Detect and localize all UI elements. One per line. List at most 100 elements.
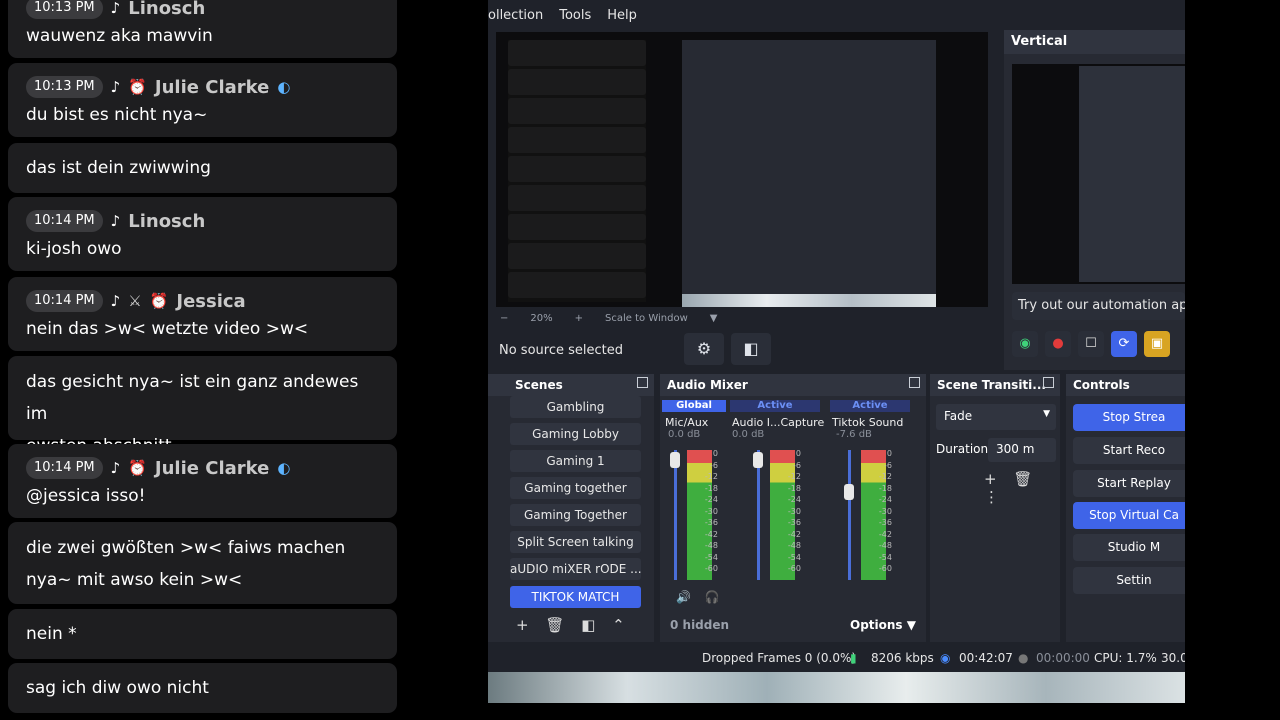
start-replay-button[interactable]: Start Replay <box>1073 470 1185 497</box>
gift-badge-icon: ◐ <box>277 78 291 96</box>
volume-knob[interactable] <box>670 452 680 468</box>
popout-icon[interactable] <box>637 377 648 388</box>
popout-icon[interactable] <box>1043 377 1054 388</box>
zoom-in-icon[interactable]: + <box>575 313 583 324</box>
source-filters-button[interactable]: ◧ <box>731 333 771 365</box>
hidden-count[interactable]: 0 hidden <box>670 618 729 632</box>
message-time: 10:14 PM <box>26 457 103 479</box>
scale-dropdown-icon[interactable]: ▼ <box>710 313 718 324</box>
popout-icon[interactable] <box>909 377 920 388</box>
scene-item[interactable]: Gambling <box>510 396 641 418</box>
message-text: @jessica isso! <box>26 486 146 506</box>
message-text: sag ich diw owo nicht <box>26 678 209 698</box>
trash-icon[interactable]: 🗑 <box>1013 470 1032 488</box>
message-text: wauwenz aka mawvin <box>26 26 213 46</box>
tiktok-icon: ♪ <box>110 212 121 230</box>
preview-chat-thumbnail <box>508 40 646 302</box>
status-bar: Dropped Frames 0 (0.0%) ▮ 8206 kbps ◉ 00… <box>488 644 1185 672</box>
menu-tools[interactable]: Tools <box>559 8 591 23</box>
record-time: 00:00:00 <box>1036 651 1090 665</box>
channel-tag: Global <box>662 400 726 412</box>
scene-item[interactable]: Gaming 1 <box>510 450 641 472</box>
start-recording-button[interactable]: Start Reco <box>1073 437 1185 464</box>
square-icon[interactable]: ☐ <box>1078 331 1104 357</box>
transitions-title: Scene Transiti... <box>937 378 1046 392</box>
username: Linosch <box>128 210 206 232</box>
scene-item[interactable]: Split Screen talking <box>510 531 641 553</box>
tiktok-icon: ♪ <box>110 459 121 477</box>
mixer-channel: Global Mic/Aux 0.0 dB <box>662 400 726 440</box>
message-time: 10:13 PM <box>26 0 103 19</box>
scene-item[interactable]: Gaming Lobby <box>510 423 641 445</box>
mixer-options-button[interactable]: Options ▼ <box>850 618 916 632</box>
trash-icon[interactable]: 🗑 <box>545 616 564 634</box>
scale-mode[interactable]: Scale to Window <box>605 313 688 324</box>
stream-time: 00:42:07 <box>959 651 1013 665</box>
headphone-icon[interactable]: 🎧 <box>705 590 720 604</box>
chat-message: nein * <box>8 609 397 659</box>
duration-value: 300 m <box>996 442 1035 456</box>
volume-slider[interactable] <box>848 450 851 580</box>
message-text: nein * <box>26 624 77 644</box>
source-settings-button[interactable]: ⚙ <box>684 333 724 365</box>
record-icon: ● <box>1018 651 1029 665</box>
subscriber-badge-icon: ⏰ <box>128 78 147 96</box>
username: Julie Clarke <box>154 76 270 98</box>
audio-mixer-title: Audio Mixer <box>667 378 748 392</box>
volume-icon[interactable]: 🔊 <box>676 590 691 604</box>
stop-streaming-button[interactable]: Stop Strea <box>1073 404 1185 431</box>
controls-dock: Controls Stop Strea Start Reco Start Rep… <box>1066 374 1185 642</box>
more-icon[interactable]: ⋮ <box>984 488 999 506</box>
chat-message: 10:13 PM ♪ ⏰ Julie Clarke ◐ du bist es n… <box>8 63 397 137</box>
chat-message: sag ich diw owo nicht <box>8 663 397 713</box>
volume-slider[interactable] <box>674 450 677 580</box>
channel-name: Audio I...Capture <box>732 416 825 429</box>
obs-window: ollection Tools Help − 20% + Scale to Wi… <box>488 0 1185 703</box>
vertical-preview[interactable] <box>1012 64 1185 284</box>
no-source-label: No source selected <box>499 342 623 358</box>
sync-icon[interactable]: ⟳ <box>1111 331 1137 357</box>
replay-icon[interactable]: ▣ <box>1144 331 1170 357</box>
db-scale: 0 -6 -12 -18 -24 -30 -36 -42 -48 -54 -60 <box>704 449 718 573</box>
scene-item[interactable]: Gaming together <box>510 477 641 499</box>
zoom-out-icon[interactable]: − <box>500 313 508 324</box>
transition-select[interactable]: Fade ▼ <box>936 404 1056 430</box>
chat-message: 10:14 PM ♪ Linosch ki-josh owo <box>8 197 397 271</box>
add-icon[interactable]: + <box>984 470 997 488</box>
dropped-frames: Dropped Frames 0 (0.0%) <box>702 651 857 665</box>
duration-input[interactable]: 300 m <box>988 438 1056 462</box>
volume-knob[interactable] <box>844 484 854 500</box>
chat-message: die zwei gwößten >w< faiws machen nya~ m… <box>8 522 397 604</box>
mixer-channel: Active Tiktok Sound -7.6 dB <box>830 400 910 440</box>
db-scale: 0 -6 -12 -18 -24 -30 -36 -42 -48 -54 -60 <box>878 449 892 573</box>
menu-help[interactable]: Help <box>607 8 637 23</box>
scene-item[interactable]: aUDIO miXER rODE ... <box>510 558 641 580</box>
message-text: nein das >w< wetzte video >w< <box>26 319 309 339</box>
record-icon[interactable]: ● <box>1045 331 1071 357</box>
stream-icon: ◉ <box>940 651 951 665</box>
gift-badge-icon: ◐ <box>277 459 291 477</box>
filter-icon[interactable]: ◧ <box>581 616 595 634</box>
chat-message: 10:13 PM ♪ Linosch wauwenz aka mawvin <box>8 0 397 58</box>
scene-item[interactable]: Gaming Together <box>510 504 641 526</box>
up-arrow-icon[interactable]: ⌃ <box>612 616 625 634</box>
message-time: 10:14 PM <box>26 210 103 232</box>
bitrate: 8206 kbps <box>871 651 934 665</box>
automation-app-button[interactable]: Try out our automation app <box>1012 292 1185 320</box>
volume-knob[interactable] <box>753 452 763 468</box>
preview-scale-bar: − 20% + Scale to Window ▼ <box>488 308 1008 328</box>
chat-message: 10:14 PM ♪ ⏰ Julie Clarke ◐ @jessica iss… <box>8 444 397 518</box>
stream-icon[interactable]: ◉ <box>1012 331 1038 357</box>
volume-slider[interactable] <box>757 450 760 580</box>
stop-virtual-camera-button[interactable]: Stop Virtual Ca <box>1073 502 1185 529</box>
screen: 10:13 PM ♪ Linosch wauwenz aka mawvin 10… <box>0 0 1280 720</box>
add-icon[interactable]: + <box>516 616 529 634</box>
channel-db: -7.6 dB <box>836 429 872 440</box>
studio-mode-button[interactable]: Studio M <box>1073 534 1185 561</box>
menu-scene-collection[interactable]: ollection <box>488 8 543 23</box>
settings-button[interactable]: Settin <box>1073 567 1185 594</box>
main-preview[interactable] <box>496 32 988 307</box>
controls-title: Controls <box>1073 378 1130 392</box>
cpu-usage: CPU: 1.7% <box>1094 651 1157 665</box>
scene-item-selected[interactable]: TIKTOK MATCH <box>510 586 641 608</box>
